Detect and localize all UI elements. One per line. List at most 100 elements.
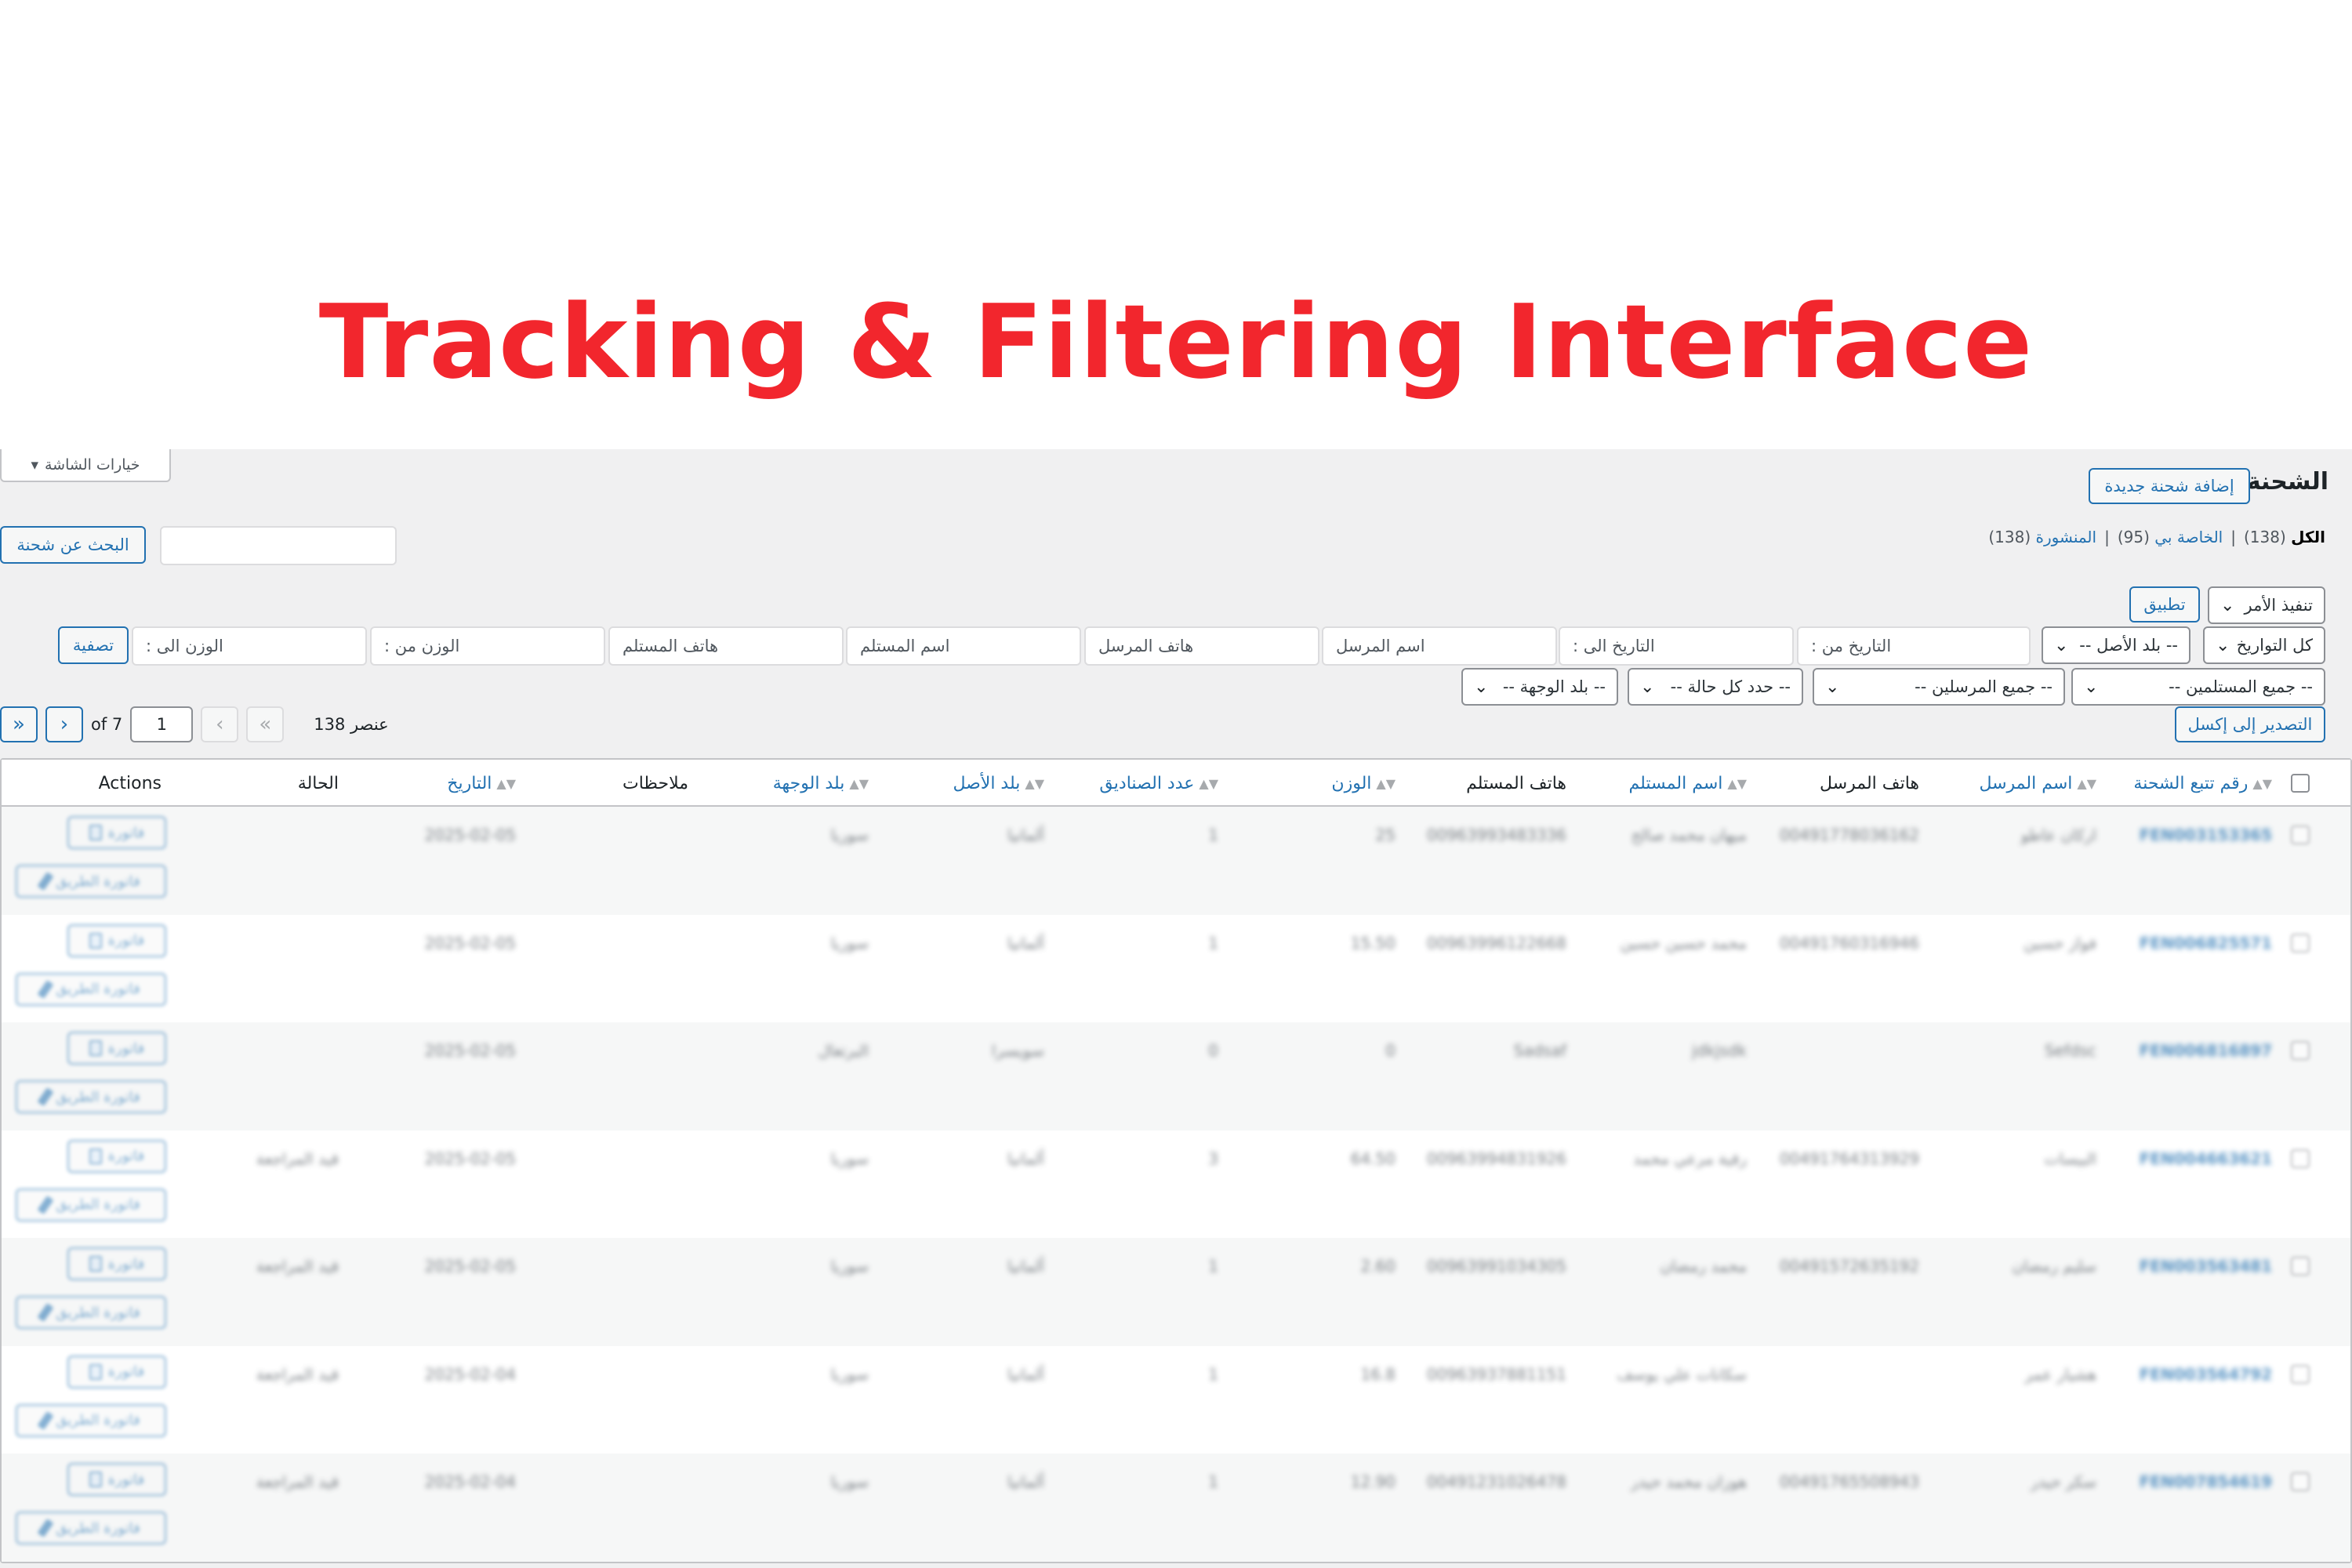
bulk-action-select[interactable]: ⌄ تنفيذ الأمر [2208,586,2325,624]
status-select[interactable]: ⌄ -- حدد كل حالة -- [1628,668,1803,706]
destination-country-select[interactable]: ⌄ -- بلد الوجهة -- [1461,668,1618,706]
document-icon [89,1148,102,1164]
invoice-label: فاتورة [107,1040,145,1057]
cell-date: 2025-02-05 [424,1149,516,1168]
invoice-label: فاتورة [107,1471,145,1488]
pen-icon [37,979,54,999]
cell-weight: 16.8 [1360,1364,1396,1384]
invoice-button[interactable]: فاتورة [67,1355,166,1388]
last-page-button[interactable]: » [0,706,38,742]
cell-sender: Sefdsc [2044,1041,2096,1060]
weight-from-field[interactable]: الوزن من : [370,626,605,666]
invoice-button[interactable]: فاتورة [67,1247,166,1280]
date-to-field[interactable]: التاريخ الى : [1559,626,1794,666]
cell-date: 2025-02-04 [424,1472,516,1491]
table-row: FEN003563481 سليم رمضان 00491572635192 محمد… [2,1238,2350,1346]
apply-button[interactable]: تطبيق [2129,586,2200,622]
cell-recipient-phone: 00963994831926 [1426,1149,1566,1168]
cell-tracking[interactable]: FEN003153365 [2140,826,2272,844]
total-pages: of 7 [91,715,123,734]
cell-tracking[interactable]: FEN003564792 [2140,1365,2272,1384]
pen-icon [37,1087,54,1106]
view-all[interactable]: الكل (138) [2244,528,2325,546]
sort-icon: ▲▼ [849,775,869,791]
recipient-name-field[interactable]: اسم المستلم [846,626,1081,666]
waybill-button[interactable]: فاتورة الطريق [16,865,166,898]
table-row: FEN006816897 Sefdsc jdkjsdk Sadsaf 0 0 سويسرا ا… [2,1022,2350,1131]
cell-tracking[interactable]: FEN007854619 [2140,1472,2272,1491]
waybill-button[interactable]: فاتورة الطريق [16,1188,166,1221]
waybill-button[interactable]: فاتورة الطريق [16,1296,166,1329]
waybill-button[interactable]: فاتورة الطريق [16,972,166,1006]
waybill-button[interactable]: فاتورة الطريق [16,1080,166,1113]
col-weight[interactable]: الوزن ▲▼ [1331,760,1396,807]
cell-tracking[interactable]: FEN003563481 [2140,1257,2272,1276]
sort-icon: ▲▼ [2077,775,2096,791]
waybill-button[interactable]: فاتورة الطريق [16,1512,166,1544]
table-row: FEN003564792 هشيار عمر سكانات علي يوسف 0096… [2,1346,2350,1454]
sort-icon: ▲▼ [496,775,516,791]
cell-boxes: 1 [1208,1364,1218,1384]
cell-date: 2025-02-05 [424,1041,516,1060]
cell-origin: سويسرا [991,1041,1044,1060]
select-all-checkbox[interactable] [2291,760,2310,807]
row-checkbox[interactable] [2291,1364,2310,1384]
table-row: FEN004663621 البيسات 00491764313929 رقية مر… [2,1131,2350,1239]
screen-options-button[interactable]: ▾ خيارات الشاشة [0,449,171,482]
weight-to-field[interactable]: الوزن الى : [132,626,367,666]
invoice-button[interactable]: فاتورة [67,1463,166,1496]
row-checkbox[interactable] [2291,933,2310,953]
invoice-button[interactable]: فاتورة [67,816,166,849]
next-page-button[interactable]: › [45,706,83,742]
sort-icon: ▲▼ [1727,775,1747,791]
table-row: FEN003153365 اركان عاطو 00491778036162 ميها… [2,807,2350,915]
cell-sender-phone: 00491778036162 [1779,826,1919,844]
col-sender-phone: هاتف المرسل [1820,773,1919,793]
col-boxes[interactable]: عدد الصناديق ▲▼ [1099,760,1218,807]
origin-country-select[interactable]: ⌄ -- بلد الأصل -- [2042,626,2190,664]
invoice-button[interactable]: فاتورة [67,924,166,957]
dates-select[interactable]: ⌄ كل التواريخ [2203,626,2325,664]
row-checkbox[interactable] [2291,826,2310,844]
cell-boxes: 1 [1208,933,1218,953]
recipients-select[interactable]: ⌄ -- جميع المستلمين -- [2071,668,2325,706]
hero-title: Tracking & Filtering Interface [318,282,2034,401]
cell-destination: سوريا [830,1149,869,1168]
add-new-shipment-button[interactable]: إضافة شحنة جديدة [2089,468,2250,504]
search-shipment-button[interactable]: البحث عن شحنة [0,526,146,564]
filter-button[interactable]: تصفية [58,626,129,664]
col-origin[interactable]: بلد الأصل ▲▼ [953,760,1044,807]
invoice-button[interactable]: فاتورة [67,1139,166,1173]
view-mine[interactable]: الخاصة بي (95) [2118,528,2223,546]
col-date[interactable]: التاريخ ▲▼ [447,760,516,807]
export-excel-button[interactable]: التصدير إلى إكسل [2175,706,2325,742]
row-checkbox[interactable] [2291,1472,2310,1491]
recipient-phone-field[interactable]: هاتف المستلم [608,626,844,666]
cell-origin: ألمانيا [1007,1257,1044,1276]
cell-tracking[interactable]: FEN006816897 [2140,1041,2272,1060]
row-checkbox[interactable] [2291,1257,2310,1276]
date-from-field[interactable]: التاريخ من : [1797,626,2031,666]
row-checkbox[interactable] [2291,1041,2310,1060]
cell-status: قيد المراجعة [256,1149,339,1168]
cell-tracking[interactable]: FEN006825571 [2140,934,2272,953]
invoice-button[interactable]: فاتورة [67,1032,166,1065]
waybill-button[interactable]: فاتورة الطريق [16,1403,166,1437]
dates-label: كل التواريخ [2236,636,2313,655]
senders-select[interactable]: ⌄ -- جميع المرسلين -- [1813,668,2065,706]
sender-name-field[interactable]: اسم المرسل [1322,626,1557,666]
sender-phone-field[interactable]: هاتف المرسل [1084,626,1319,666]
cell-recipient-phone: 00963996122668 [1426,933,1566,953]
search-input[interactable] [160,526,397,565]
col-destination[interactable]: بلد الوجهة ▲▼ [773,760,869,807]
row-checkbox[interactable] [2291,1149,2310,1168]
col-notes: ملاحظات [622,773,688,793]
chevron-down-icon: ⌄ [2220,595,2235,615]
cell-tracking[interactable]: FEN004663621 [2140,1149,2272,1168]
invoice-label: فاتورة [107,824,145,841]
col-tracking[interactable]: رقم تتبع الشحنة ▲▼ [2133,760,2272,807]
col-recipient-name[interactable]: اسم المستلم ▲▼ [1628,760,1747,807]
current-page-input[interactable]: 1 [130,706,194,742]
view-published[interactable]: المنشورة (138) [1988,528,2096,546]
col-sender-name[interactable]: اسم المرسل ▲▼ [1979,760,2096,807]
